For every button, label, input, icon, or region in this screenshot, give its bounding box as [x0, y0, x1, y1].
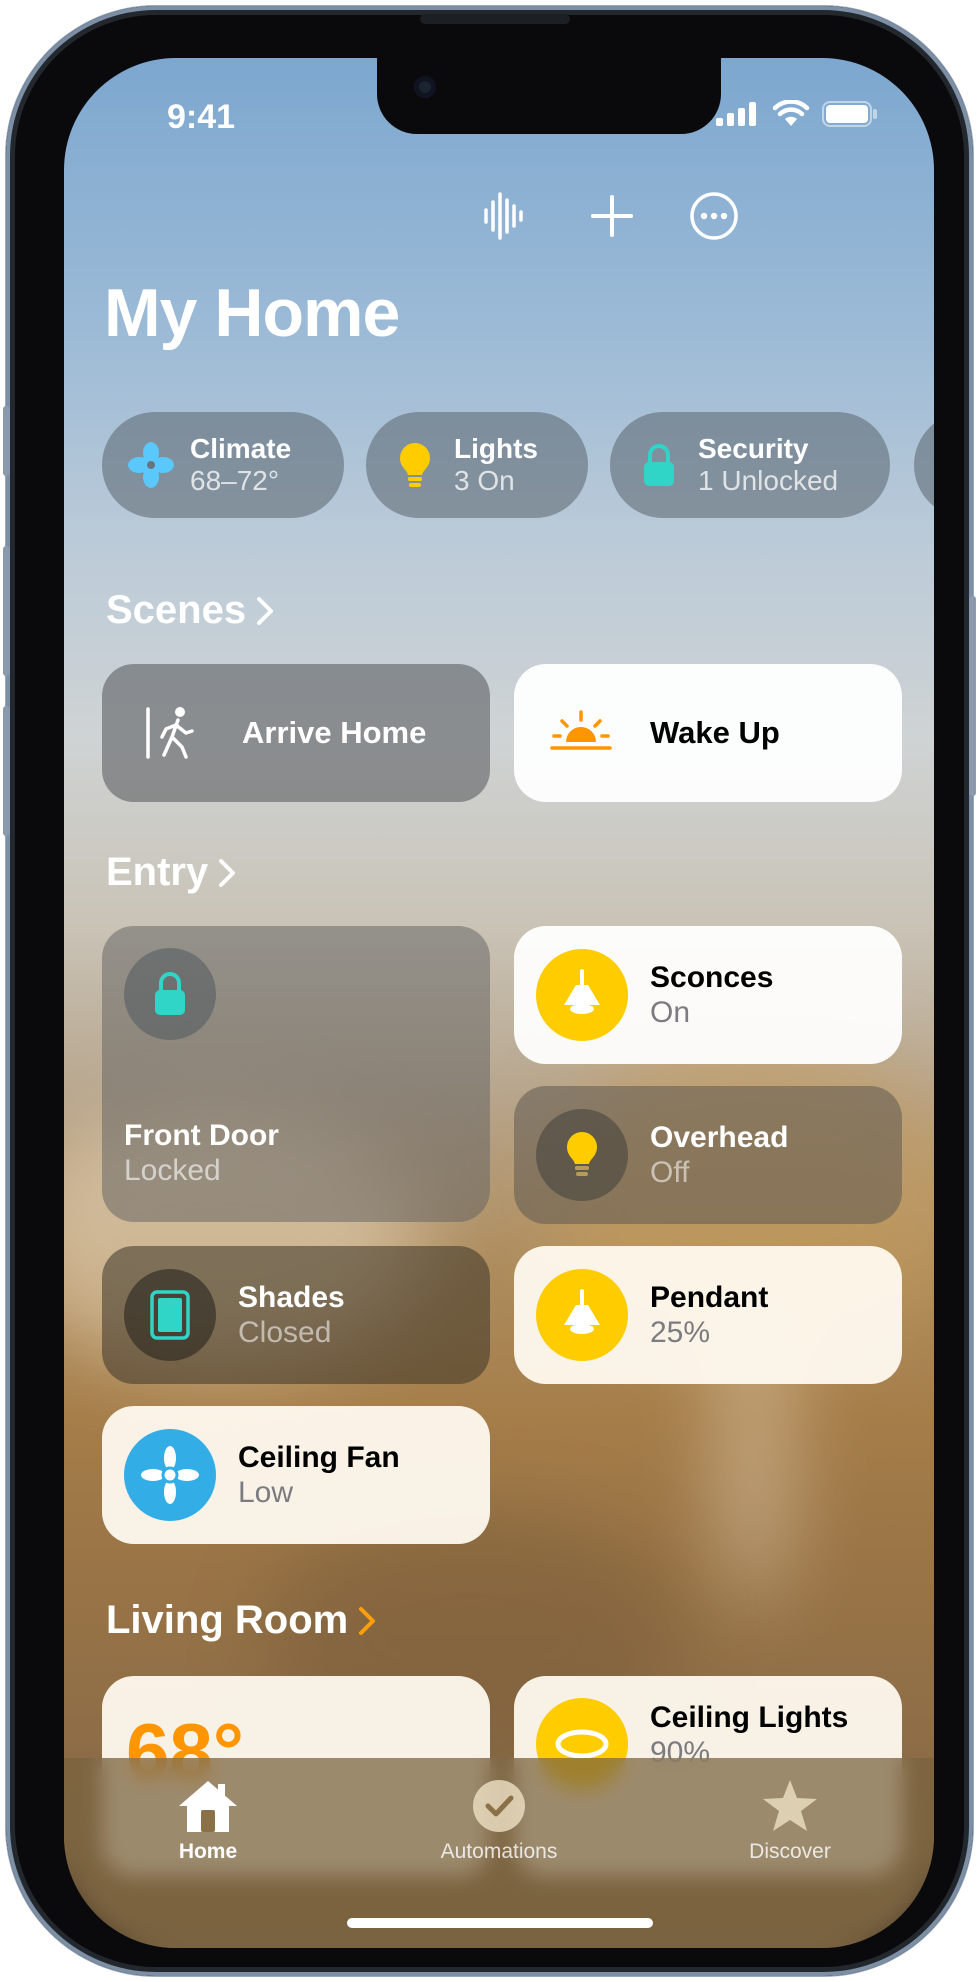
- phone-frame: 9:41 My Home Climate 68–72° Lights 3 On …: [3, 6, 976, 1976]
- battery-icon: [822, 101, 877, 127]
- ceiling-lights-name: Ceiling Lights: [650, 1701, 849, 1734]
- mute-switch: [3, 406, 10, 476]
- add-button[interactable]: [584, 188, 640, 244]
- arrive-home-icon: [142, 703, 202, 763]
- overhead-name: Overhead: [650, 1120, 789, 1154]
- ceiling-fan-name: Ceiling Fan: [238, 1440, 400, 1474]
- chevron-right-icon: [359, 1606, 376, 1635]
- accessory-front-door[interactable]: Front Door Locked: [102, 926, 490, 1222]
- lock-icon: [124, 948, 216, 1040]
- chip-lights-label: Lights: [454, 432, 538, 464]
- chevron-right-icon: [219, 858, 236, 887]
- star-icon: [763, 1780, 817, 1831]
- cellular-signal-icon: [716, 102, 756, 126]
- pendant-lamp-icon: [536, 949, 628, 1041]
- tab-home[interactable]: Home: [108, 1778, 308, 1864]
- chevron-right-icon: [257, 596, 274, 625]
- accessory-sconces[interactable]: Sconces On: [514, 926, 902, 1064]
- chip-lights-value: 3 On: [454, 465, 515, 496]
- more-ellipsis-icon: [690, 192, 738, 240]
- lock-icon: [634, 440, 684, 490]
- ceiling-fan-icon: [124, 1429, 216, 1521]
- tab-discover[interactable]: Discover: [690, 1778, 890, 1864]
- front-door-name: Front Door: [124, 1119, 279, 1152]
- automations-clock-icon: [473, 1780, 525, 1832]
- pendant-lamp-icon: [536, 1269, 628, 1361]
- chip-security-value: 1 Unlocked: [698, 465, 839, 496]
- accessory-ceiling-fan[interactable]: Ceiling Fan Low: [102, 1406, 490, 1544]
- front-camera: [414, 76, 436, 98]
- scene-wake-up-label: Wake Up: [650, 715, 780, 750]
- wifi-icon: [772, 100, 810, 126]
- tab-discover-label: Discover: [749, 1840, 831, 1863]
- accessory-pendant[interactable]: Pendant 25%: [514, 1246, 902, 1384]
- more-button[interactable]: [686, 188, 742, 244]
- chip-security[interactable]: Security 1 Unlocked: [610, 412, 890, 518]
- lightbulb-icon: [390, 440, 440, 490]
- section-scenes-title: Scenes: [106, 588, 247, 632]
- voice-waveform-icon[interactable]: [480, 188, 530, 244]
- section-scenes[interactable]: Scenes: [106, 588, 274, 633]
- accessory-overhead[interactable]: Overhead Off: [514, 1086, 902, 1224]
- section-living-room-title: Living Room: [106, 1598, 349, 1642]
- plus-icon: [591, 195, 633, 237]
- chip-security-label: Security: [698, 432, 809, 464]
- fan-icon: [126, 440, 176, 490]
- ceiling-fan-status: Low: [238, 1476, 294, 1509]
- shades-status: Closed: [238, 1316, 332, 1349]
- power-button: [969, 596, 976, 796]
- window-shade-icon: [124, 1269, 216, 1361]
- section-entry[interactable]: Entry: [106, 850, 236, 895]
- page-title: My Home: [104, 275, 400, 351]
- sconces-name: Sconces: [650, 960, 774, 994]
- section-entry-title: Entry: [106, 850, 209, 894]
- screen: 9:41 My Home Climate 68–72° Lights 3 On …: [64, 58, 934, 1948]
- scene-arrive-home[interactable]: Arrive Home: [102, 664, 490, 802]
- home-indicator[interactable]: [347, 1918, 653, 1928]
- scene-wake-up[interactable]: Wake Up: [514, 664, 902, 802]
- tab-automations[interactable]: Automations: [399, 1778, 599, 1864]
- volume-down-button: [3, 706, 10, 836]
- overhead-status: Off: [650, 1156, 690, 1189]
- chip-more[interactable]: [914, 412, 934, 518]
- volume-up-button: [3, 546, 10, 676]
- status-time: 9:41: [167, 98, 236, 136]
- tab-home-label: Home: [178, 1840, 238, 1863]
- chip-lights[interactable]: Lights 3 On: [366, 412, 588, 518]
- front-door-status: Locked: [124, 1154, 221, 1188]
- chip-climate[interactable]: Climate 68–72°: [102, 412, 344, 518]
- shades-name: Shades: [238, 1280, 345, 1314]
- house-icon: [179, 1781, 237, 1832]
- sunrise-icon: [550, 708, 612, 758]
- pendant-name: Pendant: [650, 1280, 769, 1314]
- tab-automations-label: Automations: [440, 1840, 558, 1863]
- section-living-room[interactable]: Living Room: [106, 1598, 376, 1643]
- chip-climate-value: 68–72°: [190, 465, 280, 496]
- status-icons: [716, 100, 878, 128]
- scene-arrive-home-label: Arrive Home: [242, 715, 427, 750]
- sconces-status: On: [650, 996, 691, 1029]
- chip-climate-label: Climate: [190, 432, 292, 464]
- accessory-shades[interactable]: Shades Closed: [102, 1246, 490, 1384]
- lightbulb-icon: [536, 1109, 628, 1201]
- earpiece-speaker: [420, 14, 570, 24]
- pendant-status: 25%: [650, 1316, 711, 1349]
